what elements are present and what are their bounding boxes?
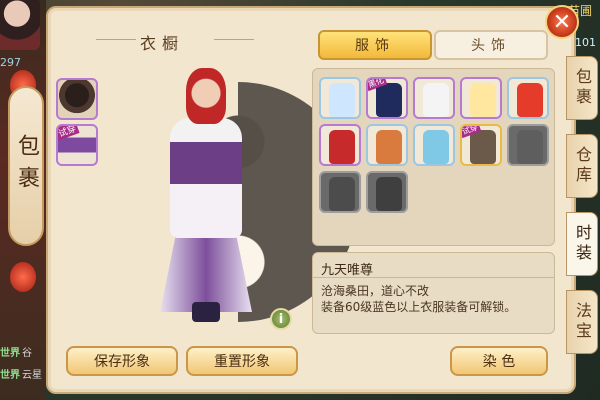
panel-title: 衣橱 [140, 34, 185, 53]
outfit-icon [517, 83, 543, 117]
item-name: 九天唯尊 [321, 263, 374, 278]
bag-tab[interactable]: 包裹 [8, 86, 44, 246]
wardrobe-item[interactable] [319, 77, 361, 119]
outfit-icon [329, 130, 355, 164]
chat-text: 云星 [22, 370, 42, 381]
wardrobe-item[interactable] [413, 77, 455, 119]
side-tab-treasure[interactable]: 法宝 [566, 290, 598, 354]
wardrobe-item[interactable] [413, 124, 455, 166]
side-tab-bag[interactable]: 包裹 [566, 56, 598, 120]
wardrobe-item[interactable] [319, 124, 361, 166]
side-tab-warehouse[interactable]: 仓库 [566, 134, 598, 198]
divider [313, 277, 554, 278]
wardrobe-item[interactable] [507, 77, 549, 119]
character-head [186, 68, 226, 124]
title-divider [214, 39, 254, 40]
player-level: 297 [0, 56, 21, 69]
outfit-icon [423, 83, 449, 117]
wardrobe-item[interactable]: 黑化 [366, 77, 408, 119]
item-description: 沧海桑田，道心不改 装备60级蓝色以上衣服装备可解锁。 [321, 284, 517, 314]
dye-button[interactable]: 染 色 [450, 346, 548, 376]
side-tab-fashion[interactable]: 时装 [566, 212, 598, 276]
lantern-icon [10, 262, 36, 292]
outfit-icon [376, 177, 402, 211]
character-preview[interactable] [146, 62, 266, 324]
wardrobe-item[interactable] [460, 77, 502, 119]
outfit-slot[interactable]: 试穿 [56, 124, 98, 166]
outfit-icon [376, 130, 402, 164]
tab-headwear[interactable]: 头饰 [434, 30, 548, 60]
character-boots [192, 302, 220, 322]
outfit-icon [423, 130, 449, 164]
wardrobe-item[interactable] [366, 124, 408, 166]
character-body [170, 118, 242, 238]
outfit-icon [329, 177, 355, 211]
hud-number: 101 [575, 36, 596, 49]
reset-appearance-button[interactable]: 重置形象 [186, 346, 298, 376]
wardrobe-item[interactable] [366, 171, 408, 213]
wardrobe-item[interactable] [507, 124, 549, 166]
item-grid: 黑化试穿 [312, 68, 555, 246]
outfit-icon [329, 83, 355, 117]
chat-text: 谷 [22, 348, 32, 359]
hair-slot[interactable] [56, 78, 98, 120]
chat-channel: 世界 [0, 348, 20, 359]
outfit-icon [470, 130, 496, 164]
outfit-icon [517, 130, 543, 164]
chat-line[interactable]: 世界 云星 [0, 366, 46, 381]
wardrobe-item[interactable]: 试穿 [460, 124, 502, 166]
item-description-box: 九天唯尊 沧海桑田，道心不改 装备60级蓝色以上衣服装备可解锁。 [312, 252, 555, 334]
outfit-icon [376, 83, 402, 117]
tab-clothing[interactable]: 服饰 [318, 30, 432, 60]
chat-channel: 世界 [0, 370, 20, 381]
player-avatar[interactable] [0, 0, 40, 50]
title-divider [96, 39, 136, 40]
outfit-icon [470, 83, 496, 117]
close-icon[interactable]: ✕ [545, 5, 579, 39]
wardrobe-item[interactable] [319, 171, 361, 213]
trial-badge: 试穿 [58, 126, 80, 141]
info-icon[interactable]: i [270, 308, 292, 330]
chat-line[interactable]: 世界谷 [0, 344, 46, 359]
save-appearance-button[interactable]: 保存形象 [66, 346, 178, 376]
